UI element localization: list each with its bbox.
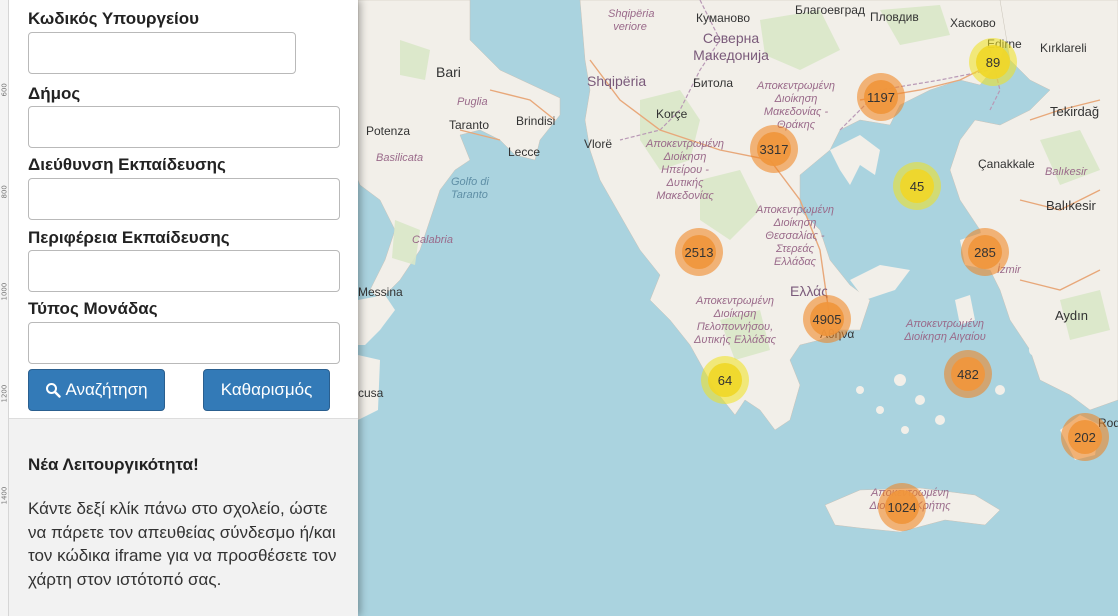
ruler-label: 1400 — [0, 486, 9, 505]
cluster-64[interactable]: 64 — [701, 356, 749, 404]
news-title: Νέα Λειτουργικότητα! — [28, 455, 199, 474]
map-label-blagoevgrad: Благоевград — [795, 3, 865, 17]
map-label-puglia: Puglia — [457, 96, 488, 108]
map-label-region-hpeirou: Αποκεντρωμένη Διοίκηση Ηπείρου - Δυτικής… — [646, 138, 724, 202]
vertical-ruler: 600 800 1000 1200 1400 — [0, 0, 9, 616]
app-root: Bari Puglia Taranto Brindisi Lecce Poten… — [0, 0, 1118, 616]
unit-type-input[interactable] — [28, 322, 340, 364]
map-label-shqiperia-v: Shqipëria veriore — [608, 8, 655, 33]
map-label-tekirdag: Tekirdağ — [1050, 104, 1100, 119]
map-label-canakkale: Çanakkale — [978, 157, 1035, 171]
cluster-count: 64 — [708, 363, 742, 397]
search-icon — [46, 383, 62, 398]
clear-button[interactable]: Καθαρισμός — [203, 369, 330, 411]
cluster-count: 202 — [1068, 420, 1102, 454]
ministry-code-label: Κωδικός Υπουργείου — [28, 9, 200, 28]
cluster-count: 3317 — [757, 132, 791, 166]
map-label-bitola: Битола — [693, 76, 734, 90]
map-label-shqiperia: Shqipëria — [587, 73, 647, 89]
ruler-label: 1000 — [0, 282, 9, 301]
cluster-2513[interactable]: 2513 — [675, 228, 723, 276]
map-label-aydin: Aydın — [1055, 308, 1089, 323]
map-label-kumanovo: Куманово — [696, 11, 750, 25]
map-label-calabria: Calabria — [412, 234, 453, 246]
unit-type-label: Τύπος Μονάδας — [28, 299, 158, 318]
map-label-vlore: Vlorë — [584, 137, 613, 151]
ruler-label: 600 — [0, 83, 9, 97]
cluster-285[interactable]: 285 — [961, 228, 1009, 276]
cluster-count: 285 — [968, 235, 1002, 269]
cluster-202[interactable]: 202 — [1061, 413, 1109, 461]
news-panel: Νέα Λειτουργικότητα! Κάντε δεξί κλίκ πάν… — [9, 418, 358, 616]
cluster-count: 4905 — [810, 302, 844, 336]
municipality-input[interactable] — [28, 106, 340, 148]
cluster-count: 89 — [976, 45, 1010, 79]
map-label-potenza: Potenza — [366, 124, 411, 138]
map-label-cusa: cusa — [358, 386, 384, 400]
map-label-balikesir-region: Balıkesir — [1045, 166, 1088, 178]
map-label-korce: Korçe — [656, 107, 688, 121]
education-directorate-label: Διεύθυνση Εκπαίδευσης — [28, 155, 226, 174]
cluster-count: 1024 — [885, 490, 919, 524]
map-label-plovdiv: Пловдив — [870, 10, 919, 24]
map-label-messina: Messina — [358, 285, 403, 299]
cluster-45[interactable]: 45 — [893, 162, 941, 210]
map-label-severna: Северна Македонија — [693, 30, 769, 63]
ministry-code-input[interactable] — [28, 32, 296, 74]
cluster-count: 2513 — [682, 235, 716, 269]
map-label-golfo: Golfo di Taranto — [451, 176, 489, 201]
news-body: Κάντε δεξί κλίκ πάνω στο σχολείο, ώστε ν… — [28, 499, 337, 589]
clear-button-label: Καθαρισμός — [220, 380, 313, 399]
map-label-region-amth: Αποκεντρωμένη Διοίκηση Μακεδονίας - Θράκ… — [757, 80, 835, 131]
education-region-label: Περιφέρεια Εκπαίδευσης — [28, 228, 230, 247]
cluster-89[interactable]: 89 — [969, 38, 1017, 86]
map-label-brindisi: Brindisi — [516, 114, 556, 128]
municipality-label: Δήμος — [28, 84, 81, 103]
cluster-482[interactable]: 482 — [944, 350, 992, 398]
map-label-bari: Bari — [436, 64, 461, 80]
cluster-3317[interactable]: 3317 — [750, 125, 798, 173]
ruler-label: 800 — [0, 185, 9, 199]
cluster-1197[interactable]: 1197 — [857, 73, 905, 121]
map-label-lecce: Lecce — [508, 145, 541, 159]
search-button[interactable]: Αναζήτηση — [28, 369, 165, 411]
search-sidebar: 600 800 1000 1200 1400 Κωδικός Υπουργείο… — [0, 0, 358, 616]
map-label-haskovo: Хасково — [950, 16, 996, 30]
cluster-1024[interactable]: 1024 — [878, 483, 926, 531]
cluster-count: 45 — [900, 169, 934, 203]
map-label-region-aigaiou: Αποκεντρωμένη Διοίκηση Αιγαίου — [904, 318, 986, 343]
map-label-kirklareli: Kırklareli — [1040, 41, 1087, 55]
map-label-taranto: Taranto — [449, 118, 490, 132]
education-directorate-input[interactable] — [28, 178, 340, 220]
map-label-region-thessalias: Αποκεντρωμένη Διοίκηση Θεσσαλίας - Στερε… — [756, 204, 834, 268]
map-label-region-peloponnisou: Αποκεντρωμένη Διοίκηση Πελοποννήσου, Δυτ… — [693, 295, 777, 346]
cluster-4905[interactable]: 4905 — [803, 295, 851, 343]
map-label-balikesir: Balıkesir — [1046, 198, 1096, 213]
cluster-count: 482 — [951, 357, 985, 391]
search-button-label: Αναζήτηση — [65, 380, 148, 399]
cluster-count: 1197 — [864, 80, 898, 114]
education-region-input[interactable] — [28, 250, 340, 292]
map-label-basilicata: Basilicata — [376, 152, 424, 164]
ruler-label: 1200 — [0, 384, 9, 403]
